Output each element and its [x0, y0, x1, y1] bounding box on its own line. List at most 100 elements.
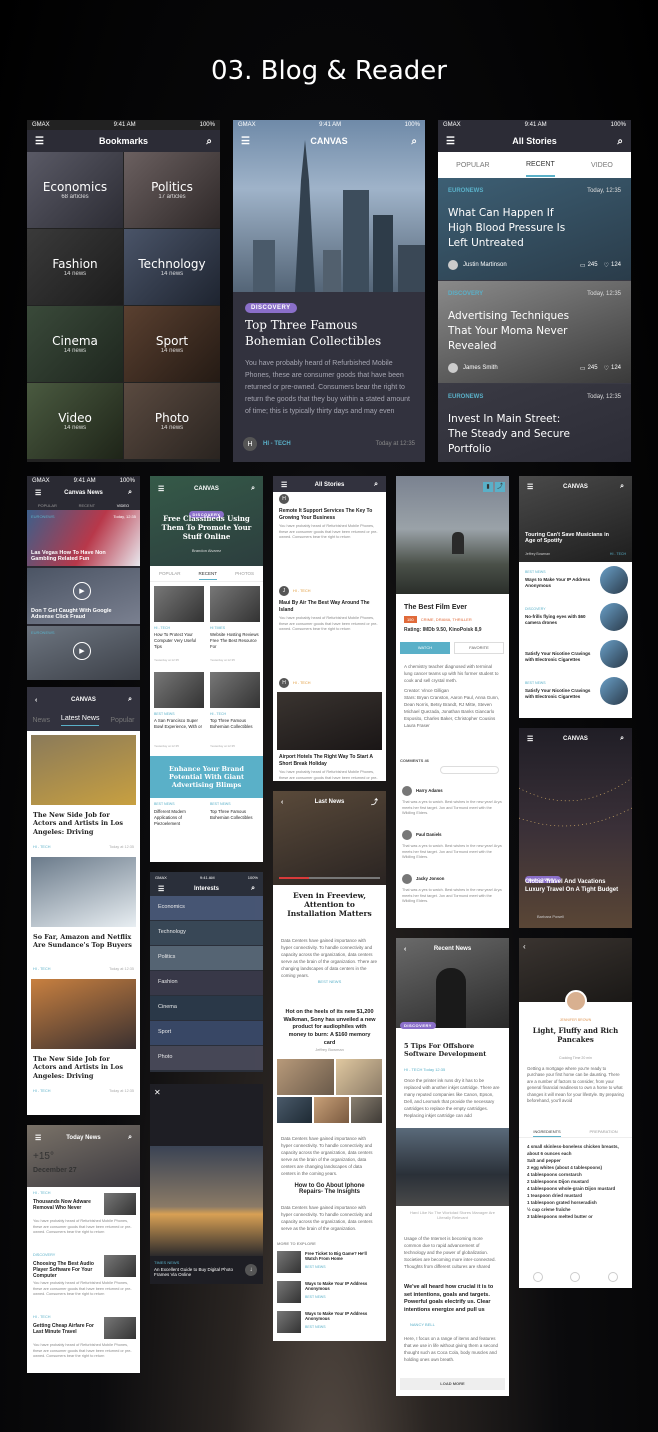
news-image[interactable]	[31, 735, 136, 805]
hero-headline[interactable]: Touring Can't Save Musicians in Age of S…	[525, 532, 612, 544]
card-title[interactable]: Website Hosting Reviews Free The Best Re…	[210, 632, 260, 650]
like-icon[interactable]: ♡	[604, 365, 609, 372]
menu-icon[interactable]: ☰	[527, 735, 533, 743]
tab-popular[interactable]: Popular	[110, 717, 134, 724]
hero-headline[interactable]: Global Travel And Vacations Luxury Trave…	[525, 878, 622, 894]
bookmark-tile[interactable]: Video 14 news	[27, 383, 123, 459]
back-icon[interactable]: ‹	[35, 697, 37, 704]
comment-input[interactable]	[440, 766, 499, 774]
item-title[interactable]: Ways to Make Your IP Address Anonymous	[525, 577, 595, 589]
card-title[interactable]: Top Three Famous Bohemian Collectibles	[210, 809, 260, 821]
hero-headline[interactable]: Free Classifieds Using Them To Promote Y…	[160, 514, 253, 541]
search-icon[interactable]: ⌕	[251, 485, 255, 493]
card-image[interactable]	[154, 672, 204, 708]
more-title[interactable]: Ways to Make Your IP Address Anonymous	[305, 1311, 380, 1321]
search-icon[interactable]: ⌕	[128, 489, 132, 497]
news-thumb[interactable]	[104, 1193, 136, 1215]
post-title[interactable]: Remote It Support Services The Key To Gr…	[279, 508, 380, 522]
item-title[interactable]: Satisfy Your Nicotine Cravings with Elec…	[525, 651, 595, 663]
bookmark-tile[interactable]: Cinema 14 news	[27, 306, 123, 382]
card-image[interactable]	[210, 586, 260, 622]
news-image[interactable]	[31, 857, 136, 927]
category-tag[interactable]: DISCOVERY	[245, 303, 297, 313]
video-card[interactable]: EURONEWS ▶	[27, 626, 140, 680]
like-icon[interactable]	[608, 1272, 619, 1282]
interest-row[interactable]: Economics	[150, 896, 263, 920]
watch-button[interactable]: WATCH	[400, 642, 450, 654]
article-headline[interactable]: Even in Freeview, Attention to Installat…	[283, 891, 376, 918]
tab-popular[interactable]: POPULAR	[38, 503, 57, 508]
category-tag[interactable]: DISCOVERY	[400, 1022, 436, 1029]
news-thumb[interactable]	[104, 1317, 136, 1339]
play-icon[interactable]: ▶	[73, 582, 91, 600]
share-icon[interactable]: ⤴	[495, 482, 505, 492]
search-icon[interactable]: ⌕	[251, 885, 255, 893]
tab-popular[interactable]: POPULAR	[456, 162, 489, 169]
menu-icon[interactable]: ☰	[35, 136, 44, 147]
news-image[interactable]: EURONEWS Today, 12:35 Las Vegas How To H…	[27, 510, 140, 566]
story-card[interactable]: DISCOVERY Today, 12:35 Advertising Techniq…	[438, 281, 631, 383]
item-title[interactable]: No-frills flying eyes with $60 camera dr…	[525, 614, 595, 626]
search-icon[interactable]: ⌕	[206, 136, 212, 147]
item-thumb[interactable]	[600, 640, 628, 668]
search-icon[interactable]: ⌕	[128, 1134, 132, 1142]
card-title[interactable]: A San Francisco Super Bowl Experience, W…	[154, 718, 204, 730]
interest-row[interactable]: Fashion	[150, 971, 263, 995]
search-icon[interactable]: ⌕	[411, 136, 417, 147]
search-icon[interactable]: ⌕	[374, 481, 378, 489]
menu-icon[interactable]: ☰	[527, 483, 533, 491]
menu-icon[interactable]: ☰	[241, 136, 250, 147]
menu-icon[interactable]: ☰	[158, 885, 164, 893]
card-title[interactable]: Top Three Famous Bohemian Collectibles	[210, 718, 260, 730]
comment-icon[interactable]: ▭	[580, 365, 586, 372]
post-image[interactable]	[277, 692, 382, 750]
interest-row[interactable]: Photo	[150, 1046, 263, 1070]
news-thumb[interactable]	[104, 1255, 136, 1277]
news-title[interactable]: The New Side Job for Actors and Artists …	[33, 811, 134, 836]
post-title[interactable]: Airport Hotels The Right Way To Start A …	[279, 754, 380, 768]
load-more-button[interactable]: LOAD MORE	[400, 1378, 505, 1390]
bookmark-tile[interactable]: Photo 14 news	[124, 383, 220, 459]
promo-banner[interactable]: Enhance Your Brand Potential With Giant …	[150, 756, 263, 798]
story-card[interactable]: EURONEWS Today, 12:35 What Can Happen If H…	[438, 178, 631, 280]
bookmark-tile[interactable]: Economics 68 articles	[27, 152, 123, 228]
bookmark-tile[interactable]: Politics 17 articles	[124, 152, 220, 228]
share-icon[interactable]: ⤴	[371, 797, 378, 807]
tab-news[interactable]: News	[32, 717, 50, 724]
video-player[interactable]: ‹ Last News ⤴	[273, 791, 386, 885]
tab-recent[interactable]: RECENT	[525, 154, 555, 177]
interest-row[interactable]: Cinema	[150, 996, 263, 1020]
search-icon[interactable]: ⌕	[128, 696, 132, 704]
close-icon[interactable]: ✕	[154, 1088, 161, 1097]
video-card[interactable]: ▶ Don T Get Caught With Google Adsense C…	[27, 568, 140, 624]
article-headline[interactable]: Top Three Famous Bohemian Collectibles	[245, 318, 415, 349]
back-icon[interactable]: ‹	[523, 942, 526, 951]
news-title[interactable]: Choosing The Best Audio Player Software …	[33, 1261, 95, 1279]
card-image[interactable]	[154, 586, 204, 622]
favorite-button[interactable]: FAVORITE	[454, 642, 504, 654]
news-title[interactable]: Thousands Now Adware Removal Who Never	[33, 1199, 95, 1211]
comment-icon[interactable]: ▭	[580, 262, 586, 269]
card-title[interactable]: How To Protect Your Computer Very Useful…	[154, 632, 204, 650]
like-icon[interactable]: ♡	[604, 262, 609, 269]
tab-latest-news[interactable]: Latest News	[60, 715, 100, 726]
share-icon[interactable]	[570, 1272, 581, 1282]
bookmark-icon[interactable]	[532, 1272, 543, 1282]
card-image[interactable]	[210, 672, 260, 708]
post-title[interactable]: Maui By Air The Best Way Around The Isla…	[279, 600, 380, 614]
more-title[interactable]: Ways to Make Your IP Address Anonymous	[305, 1281, 380, 1291]
tab-preparation[interactable]: PREPARATION	[590, 1129, 618, 1134]
tab-recent[interactable]: RECENT	[79, 503, 95, 508]
menu-icon[interactable]: ☰	[35, 1134, 41, 1142]
story-card[interactable]: EURONEWS Today, 12:35 Invest In Main Stree…	[438, 384, 631, 462]
tab-popular[interactable]: POPULAR	[159, 571, 181, 576]
menu-icon[interactable]: ☰	[281, 481, 287, 489]
item-thumb[interactable]	[600, 603, 628, 631]
interest-row[interactable]: Politics	[150, 946, 263, 970]
search-icon[interactable]: ⌕	[617, 136, 623, 147]
item-title[interactable]: Satisfy Your Nicotine Cravings with Elec…	[525, 688, 595, 700]
menu-icon[interactable]: ☰	[158, 485, 164, 493]
bookmark-tile[interactable]: Technology 14 news	[124, 229, 220, 305]
item-thumb[interactable]	[600, 566, 628, 594]
news-image[interactable]	[31, 979, 136, 1049]
